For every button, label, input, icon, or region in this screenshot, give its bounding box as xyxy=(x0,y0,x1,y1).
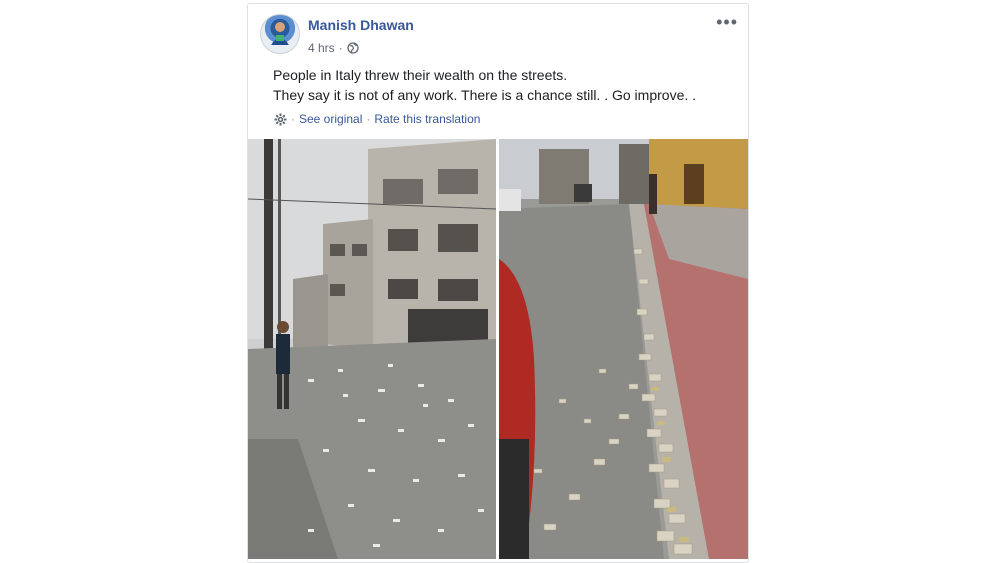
photo-sidewalk-banknotes[interactable] xyxy=(499,139,748,559)
translation-separator-2: · xyxy=(366,112,371,126)
post-text: People in Italy threw their wealth on th… xyxy=(273,65,696,105)
meta-separator: · xyxy=(338,41,343,55)
rate-translation-link[interactable]: Rate this translation xyxy=(374,112,480,126)
post-time[interactable]: 4 hrs xyxy=(308,41,335,55)
post-meta: 4 hrs · xyxy=(308,41,359,55)
post-text-line-2: They say it is not of any work. There is… xyxy=(273,87,697,103)
author-name[interactable]: Manish Dhawan xyxy=(308,17,414,33)
gear-icon[interactable] xyxy=(274,113,287,126)
translation-separator: · xyxy=(291,112,295,126)
post-text-line-1: People in Italy threw their wealth on th… xyxy=(273,67,568,83)
author-avatar[interactable] xyxy=(260,14,300,54)
post-card: Manish Dhawan 4 hrs · ••• People in Ital… xyxy=(247,3,749,563)
photo-street-buildings[interactable] xyxy=(248,139,496,559)
avatar-figure-icon xyxy=(271,22,289,45)
globe-icon[interactable] xyxy=(347,42,359,54)
see-original-link[interactable]: See original xyxy=(299,112,362,126)
translation-bar: · See original · Rate this translation xyxy=(274,112,480,126)
post-header: Manish Dhawan 4 hrs · ••• xyxy=(260,13,738,64)
post-photos xyxy=(248,139,748,559)
more-options-icon[interactable]: ••• xyxy=(716,13,738,31)
